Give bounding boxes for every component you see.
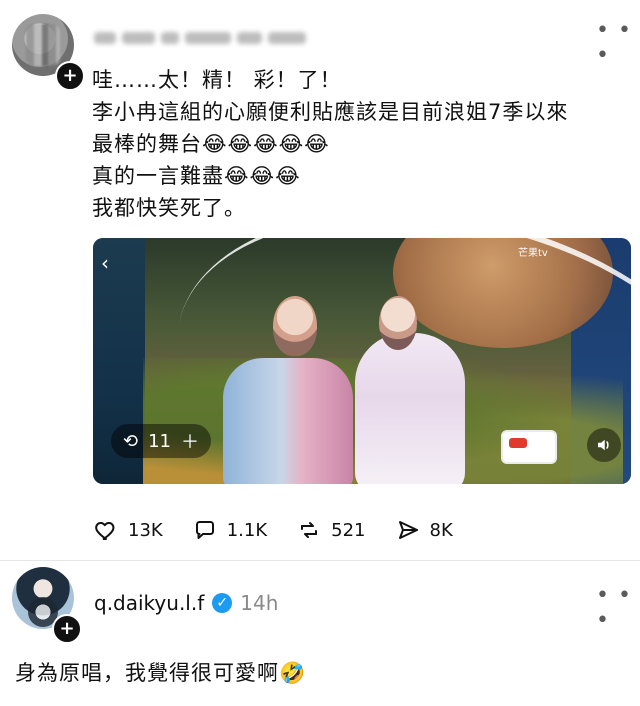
repost-icon: ⟲ [123,430,139,452]
comment-icon [191,516,219,544]
username[interactable]: q.daikyu.l.f [94,591,204,615]
blurred-username [94,28,306,48]
post-text-line: 哇……太！精！ 彩！了！ [92,68,342,92]
repost-count: 11 [148,430,171,452]
comment-count: 1.1K [226,519,268,541]
video-overlay-pill[interactable]: ⟲ 11 ＋ [111,424,211,458]
post-text-line: 我都快笑死了。 [92,196,246,220]
share-button[interactable]: 8K [394,516,453,544]
share-count: 8K [429,519,453,541]
reply-text: 身為原唱，我覺得很可愛啊🤣 [15,661,307,685]
video-media[interactable]: 芒果tv ‹ ⟲ 11 ＋ [93,238,631,484]
repost-icon [295,516,323,544]
chevron-left-icon[interactable]: ‹ [101,252,123,274]
verified-badge-icon: ✓ [212,593,233,613]
post-text-line: 李小冉這組的心願便利貼應該是目前浪姐7季以來 [92,100,569,124]
share-icon [394,516,422,544]
like-count: 13K [128,519,163,541]
more-horizontal-icon[interactable]: • • • [596,583,640,633]
post-text: 哇……太！精！ 彩！了！ 李小冉這組的心願便利貼應該是目前浪姐7季以來 最棒的舞… [92,64,622,224]
repost-count: 521 [331,519,366,541]
more-horizontal-icon[interactable]: • • • [596,18,640,68]
sticky-note-sign [501,430,557,464]
repost-button[interactable]: 521 [295,516,366,544]
comment-button[interactable]: 1.1K [191,516,267,544]
plus-icon: ＋ [181,432,199,453]
heart-icon [92,516,120,544]
post-2: + q.daikyu.l.f ✓ 14h • • • 身為原唱，我覺得很可愛啊🤣 [0,561,640,706]
performer-2 [355,333,465,484]
post-time: 14h [240,591,279,615]
performer-1-head [273,296,317,356]
post-text-line: 真的一言難盡😂😂😂 [92,164,301,188]
performer-1 [223,358,353,484]
like-button[interactable]: 13K [92,516,163,544]
performer-2-head [379,296,417,350]
follow-plus-icon[interactable]: + [52,614,82,644]
volume-icon[interactable] [587,428,621,462]
username-row: q.daikyu.l.f ✓ 14h [94,591,278,615]
post-1: + • • • 哇……太！精！ 彩！了！ 李小冉這組的心願便利貼應該是目前浪姐7… [0,0,640,560]
follow-plus-icon[interactable]: + [55,61,85,91]
post-actions: 13K 1.1K 521 8K [92,512,512,548]
post-text-line: 最棒的舞台😂😂😂😂😂 [92,132,330,156]
video-watermark: 芒果tv [518,248,548,259]
